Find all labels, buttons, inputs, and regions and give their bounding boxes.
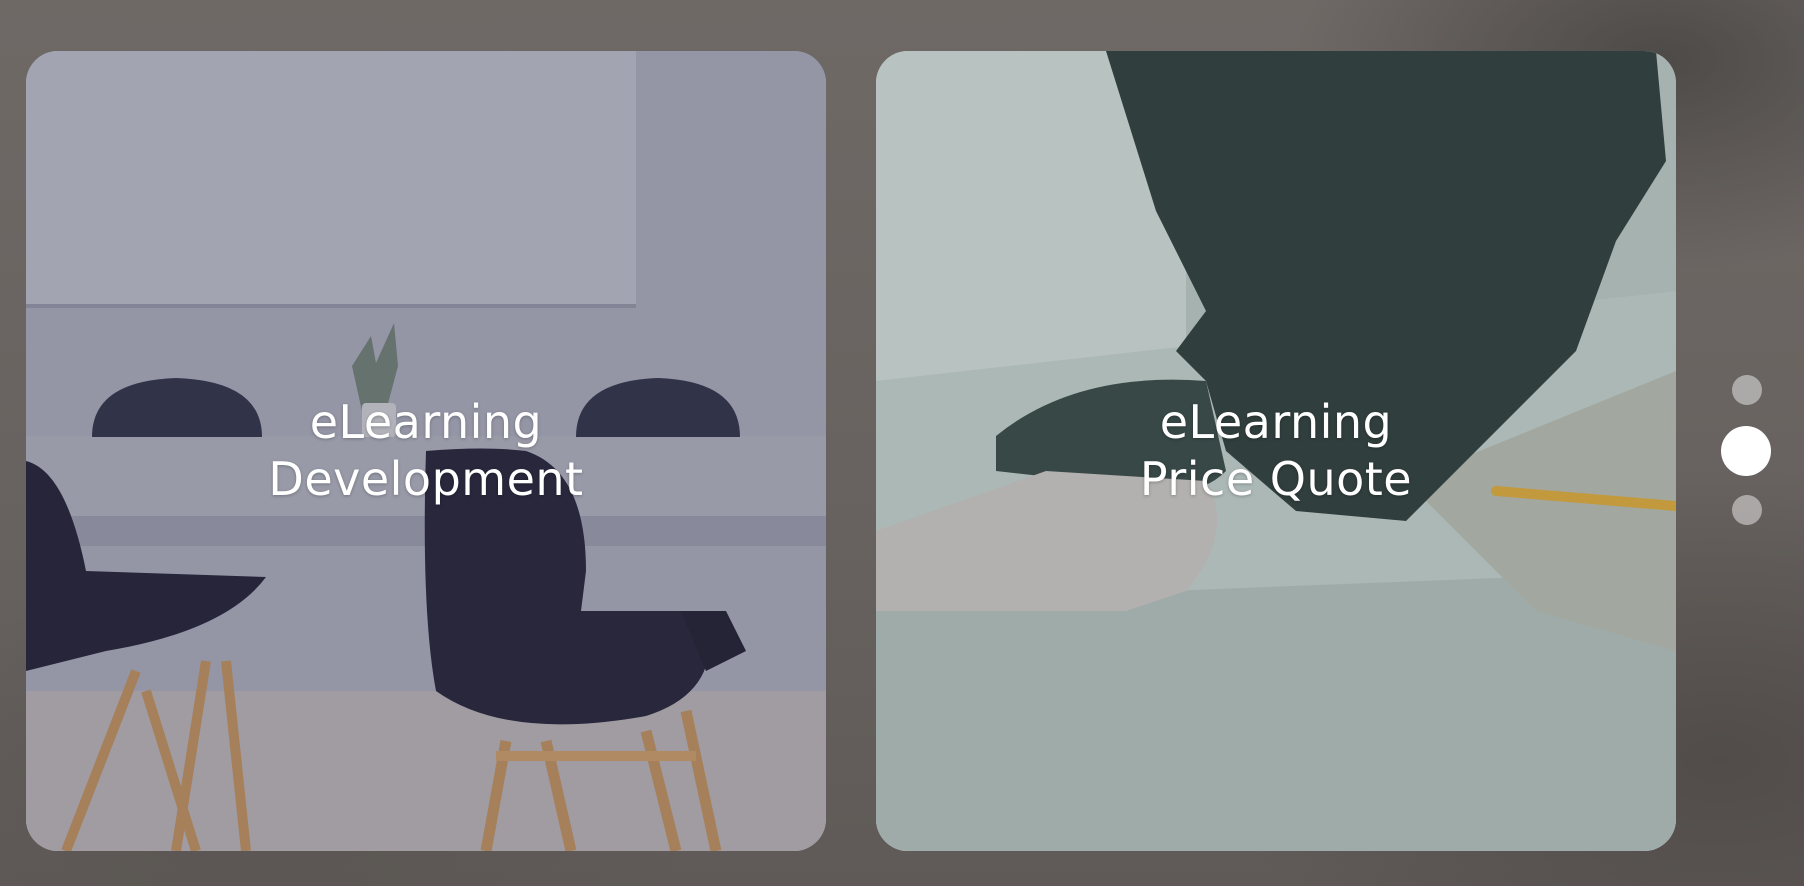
- pagination-dot-1[interactable]: [1732, 375, 1762, 405]
- card-title-line2: Development: [268, 452, 584, 506]
- card-title-line1: eLearning: [309, 395, 543, 449]
- card-title: eLearning Development: [26, 394, 826, 508]
- card-title-line1: eLearning: [1159, 395, 1393, 449]
- card-elearning-price-quote[interactable]: eLearning Price Quote: [876, 51, 1676, 851]
- carousel-pagination: [1721, 372, 1771, 528]
- pagination-dot-3[interactable]: [1732, 495, 1762, 525]
- card-title: eLearning Price Quote: [876, 394, 1676, 508]
- pagination-dot-2-active[interactable]: [1721, 426, 1771, 476]
- card-title-line2: Price Quote: [1139, 452, 1413, 506]
- card-elearning-development[interactable]: eLearning Development: [26, 51, 826, 851]
